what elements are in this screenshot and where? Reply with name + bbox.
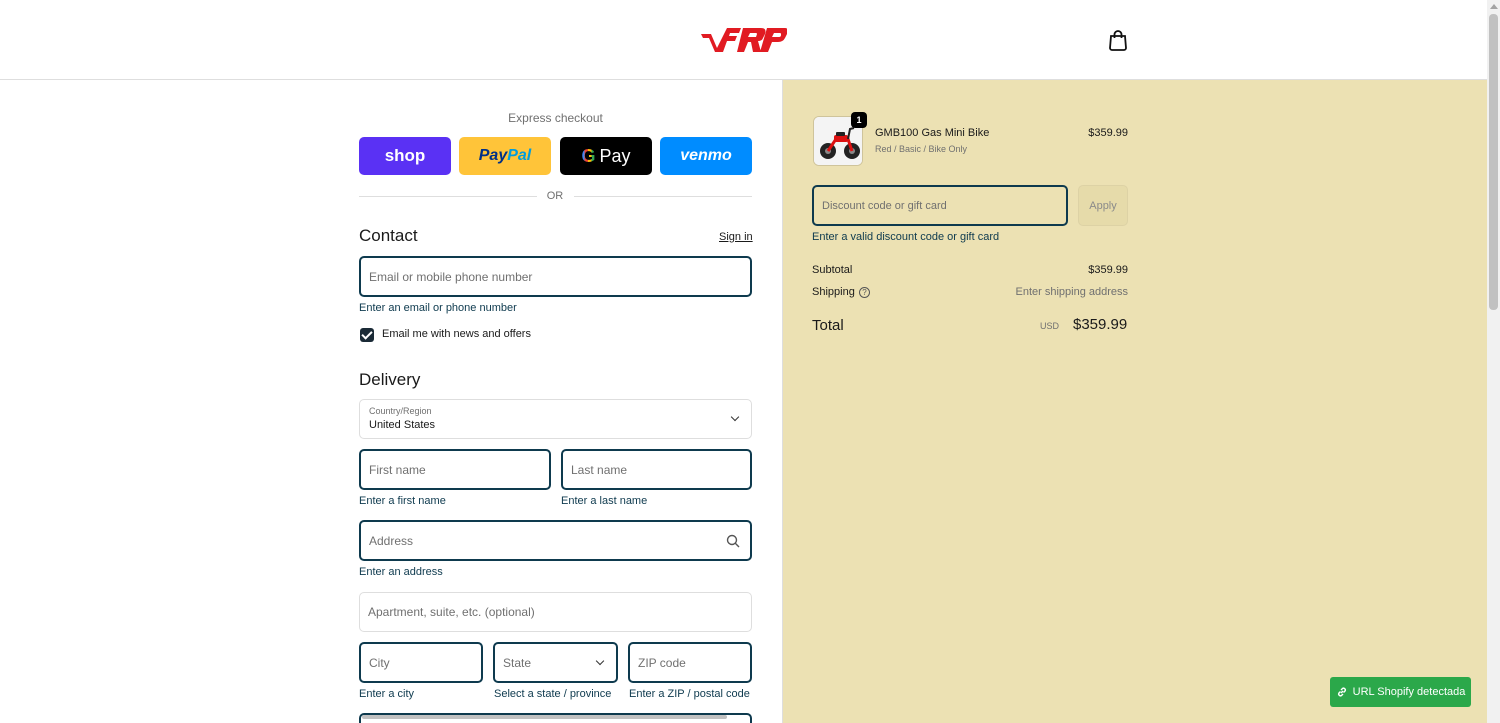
venmo-label: venmo xyxy=(680,147,732,164)
scrollbar-thumb[interactable] xyxy=(1489,14,1498,310)
shopping-bag-icon[interactable] xyxy=(1108,29,1128,51)
shop-pay-button[interactable]: shop xyxy=(359,137,451,175)
search-icon xyxy=(726,534,740,548)
venmo-button[interactable]: venmo xyxy=(660,137,752,175)
google-g-icon: G xyxy=(581,145,596,166)
country-select[interactable]: Country/Region United States xyxy=(359,399,752,439)
quantity-badge: 1 xyxy=(851,112,867,128)
first-name-error: Enter a first name xyxy=(359,495,446,507)
subtotal-label: Subtotal xyxy=(812,264,853,276)
or-divider-text: OR xyxy=(546,190,564,202)
scroll-up-arrow-icon[interactable] xyxy=(1490,4,1498,9)
divider-left xyxy=(359,196,537,197)
page-scrollbar[interactable] xyxy=(1487,0,1500,723)
country-select-value: United States xyxy=(369,419,436,431)
shipping-value: Enter shipping address xyxy=(1015,286,1128,298)
email-input[interactable] xyxy=(369,258,742,295)
last-name-field[interactable] xyxy=(561,449,752,490)
help-circle-icon[interactable]: ? xyxy=(859,287,870,298)
zip-field[interactable] xyxy=(628,642,752,683)
last-name-input[interactable] xyxy=(571,451,742,488)
delivery-title: Delivery xyxy=(359,370,421,389)
state-select-placeholder: State xyxy=(503,655,532,670)
zip-input[interactable] xyxy=(638,644,742,681)
total-label: Total xyxy=(812,317,844,334)
first-name-input[interactable] xyxy=(369,451,541,488)
apply-discount-button[interactable]: Apply xyxy=(1078,185,1128,226)
paypal-button[interactable]: Pay Pal xyxy=(459,137,551,175)
product-name: GMB100 Gas Mini Bike xyxy=(875,127,990,139)
state-select[interactable]: State xyxy=(493,642,618,683)
country-select-label: Country/Region xyxy=(369,406,432,416)
paypal-label-1: Pay xyxy=(478,147,508,164)
address-field[interactable] xyxy=(359,520,752,561)
link-icon xyxy=(1337,687,1346,697)
horizontal-scrollbar-thumb[interactable] xyxy=(362,715,727,719)
newsletter-label: Email me with news and offers xyxy=(382,328,531,340)
paypal-label-2: Pal xyxy=(507,147,532,164)
address-input[interactable] xyxy=(369,522,742,559)
city-input[interactable] xyxy=(369,644,473,681)
shop-pay-label: shop xyxy=(384,146,426,165)
total-value: $359.99 xyxy=(1073,316,1128,333)
subtotal-value: $359.99 xyxy=(1088,264,1128,276)
google-pay-label: Pay xyxy=(599,145,631,166)
apartment-field[interactable] xyxy=(359,592,752,632)
chevron-down-icon xyxy=(730,412,740,422)
shopify-badge-label: URL Shopify detectada xyxy=(1352,686,1466,698)
discount-input[interactable] xyxy=(822,187,1052,224)
address-error: Enter an address xyxy=(359,566,443,578)
city-field[interactable] xyxy=(359,642,483,683)
discount-error: Enter a valid discount code or gift card xyxy=(812,231,1000,243)
email-error: Enter an email or phone number xyxy=(359,302,517,314)
sign-in-link[interactable]: Sign in xyxy=(719,231,753,243)
divider-right xyxy=(574,196,752,197)
total-currency: USD xyxy=(1040,321,1060,331)
shopify-detected-badge[interactable]: URL Shopify detectada xyxy=(1330,677,1471,707)
first-name-field[interactable] xyxy=(359,449,551,490)
email-field[interactable] xyxy=(359,256,752,297)
apartment-input[interactable] xyxy=(368,593,743,631)
state-error: Select a state / province xyxy=(494,688,612,700)
site-header xyxy=(0,0,1487,80)
product-price: $359.99 xyxy=(1088,127,1128,139)
product-variant: Red / Basic / Bike Only xyxy=(875,144,968,154)
google-pay-button[interactable]: G Pay xyxy=(560,137,652,175)
last-name-error: Enter a last name xyxy=(561,495,648,507)
frp-logo[interactable] xyxy=(701,24,787,56)
express-checkout-title: Express checkout xyxy=(508,111,603,125)
order-summary-panel xyxy=(782,80,1487,723)
newsletter-checkbox[interactable] xyxy=(360,328,374,342)
shipping-label: Shipping xyxy=(812,286,855,298)
city-error: Enter a city xyxy=(359,688,415,700)
discount-field[interactable] xyxy=(812,185,1068,226)
contact-title: Contact xyxy=(359,226,418,245)
zip-error: Enter a ZIP / postal code xyxy=(629,688,750,700)
